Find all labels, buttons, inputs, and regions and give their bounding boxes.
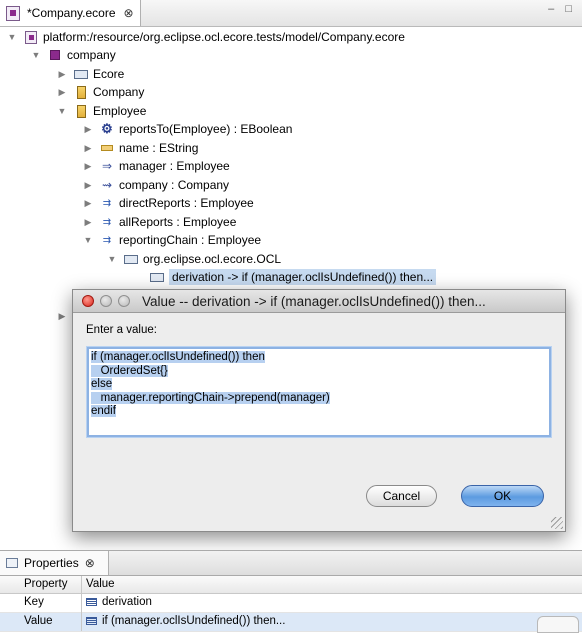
- dialog-prompt: Enter a value:: [86, 324, 157, 336]
- annotation-icon: [124, 254, 138, 264]
- property-name: Value: [24, 615, 53, 627]
- editor-tab-title: *Company.ecore: [27, 6, 116, 20]
- tree-node-ocl-annotation[interactable]: ▼ org.eclipse.ocl.ecore.OCL: [106, 250, 282, 268]
- properties-icon: [6, 558, 18, 568]
- attribute-icon: [101, 145, 113, 151]
- tree-node-reportsto[interactable]: ▶ ⚙ reportsTo(Employee) : EBoolean: [82, 120, 293, 138]
- expanded-chevron-icon[interactable]: ▼: [56, 106, 68, 116]
- container-reference-icon: ⇝: [101, 178, 113, 192]
- dialog-title: Value -- derivation -> if (manager.oclIs…: [142, 293, 486, 309]
- properties-tab-bar: Properties ⊗: [0, 550, 582, 576]
- resize-grip-icon[interactable]: [551, 517, 563, 529]
- collapsed-chevron-icon[interactable]: ▶: [56, 311, 68, 322]
- many-reference-icon: ⇉: [102, 197, 112, 209]
- collapsed-chevron-icon[interactable]: ▶: [82, 143, 94, 154]
- editor-tab-bar: *Company.ecore ⊗ – □: [0, 0, 582, 27]
- expanded-chevron-icon[interactable]: ▼: [6, 32, 18, 42]
- dialog-titlebar[interactable]: Value -- derivation -> if (manager.oclIs…: [73, 290, 565, 313]
- expanded-chevron-icon[interactable]: ▼: [106, 254, 118, 264]
- many-reference-icon: ⇉: [102, 234, 112, 246]
- column-separator[interactable]: [81, 576, 82, 631]
- table-row[interactable]: Key derivation: [0, 594, 582, 613]
- ecore-file-icon: [6, 5, 20, 21]
- tree-node-company-ref[interactable]: ▶ ⇝ company : Company: [82, 176, 230, 194]
- tree-node-package[interactable]: ▼ company: [30, 46, 116, 64]
- reference-icon: ⇒: [101, 159, 113, 173]
- zoom-window-icon[interactable]: [118, 295, 130, 307]
- minimize-window-icon[interactable]: [100, 295, 112, 307]
- value-line: if (manager.oclIsUndefined()) then: [91, 351, 265, 363]
- text-value-icon: [86, 616, 97, 625]
- properties-table-header: Property Value: [0, 576, 582, 594]
- close-icon[interactable]: ⊗: [124, 6, 134, 20]
- expanded-chevron-icon[interactable]: ▼: [30, 50, 42, 60]
- minimize-maximize-icons[interactable]: – □: [548, 3, 576, 15]
- value-line: endif: [91, 405, 116, 417]
- properties-tab[interactable]: Properties ⊗: [0, 551, 109, 575]
- text-value-icon: [86, 597, 97, 606]
- value-dialog: Value -- derivation -> if (manager.oclIs…: [72, 289, 566, 532]
- expanded-chevron-icon[interactable]: ▼: [82, 235, 94, 245]
- close-icon[interactable]: ⊗: [85, 556, 95, 570]
- property-value: derivation: [86, 594, 152, 611]
- column-header-property[interactable]: Property: [24, 576, 67, 593]
- tree-node-name[interactable]: ▶ name : EString: [82, 139, 199, 157]
- tree-node-company-class[interactable]: ▶ Company: [56, 83, 145, 101]
- value-line: else: [91, 378, 113, 390]
- collapsed-chevron-icon[interactable]: ▶: [82, 124, 94, 135]
- class-icon: [76, 104, 86, 118]
- editor-tab-company-ecore[interactable]: *Company.ecore ⊗: [0, 0, 141, 26]
- property-value: if (manager.oclIsUndefined()) then...: [86, 613, 285, 630]
- tree-node-derivation[interactable]: derivation -> if (manager.oclIsUndefined…: [132, 268, 437, 286]
- collapsed-chevron-icon[interactable]: ▶: [82, 161, 94, 172]
- package-icon: [50, 50, 60, 60]
- annotation-icon: [74, 69, 88, 79]
- tree-node-employee-class[interactable]: ▼ Employee: [56, 102, 147, 120]
- tree-node-reportingchain[interactable]: ▼ ⇉ reportingChain : Employee: [82, 231, 262, 249]
- class-icon: [76, 85, 86, 99]
- tree-node-hidden-expander[interactable]: ▶: [56, 307, 68, 325]
- tree-node-manager[interactable]: ▶ ⇒ manager : Employee: [82, 157, 230, 175]
- tree-node-directreports[interactable]: ▶ ⇉ directReports : Employee: [82, 194, 254, 212]
- edit-value-button[interactable]: [537, 616, 579, 633]
- column-header-value[interactable]: Value: [86, 576, 115, 593]
- tree-node-ecore[interactable]: ▶ Ecore: [56, 65, 125, 83]
- value-line: manager.reportingChain->prepend(manager): [91, 391, 330, 404]
- collapsed-chevron-icon[interactable]: ▶: [56, 87, 68, 98]
- collapsed-chevron-icon[interactable]: ▶: [82, 198, 94, 209]
- tree-node-resource[interactable]: ▼ platform:/resource/org.eclipse.ocl.eco…: [6, 28, 405, 46]
- cancel-button[interactable]: Cancel: [366, 485, 437, 507]
- many-reference-icon: ⇉: [102, 216, 112, 228]
- properties-tab-title: Properties: [24, 556, 79, 570]
- close-window-icon[interactable]: [82, 295, 94, 307]
- collapsed-chevron-icon[interactable]: ▶: [82, 217, 94, 228]
- value-line: OrderedSet{}: [91, 364, 168, 377]
- ok-button[interactable]: OK: [461, 485, 544, 507]
- collapsed-chevron-icon[interactable]: ▶: [82, 180, 94, 191]
- value-textarea[interactable]: if (manager.oclIsUndefined()) then Order…: [87, 347, 551, 437]
- collapsed-chevron-icon[interactable]: ▶: [56, 69, 68, 80]
- resource-icon: [25, 30, 37, 44]
- details-entry-icon: [150, 272, 164, 282]
- tree-node-allreports[interactable]: ▶ ⇉ allReports : Employee: [82, 213, 237, 231]
- property-name: Key: [24, 596, 44, 608]
- operation-icon: ⚙: [101, 121, 113, 136]
- table-row[interactable]: Value if (manager.oclIsUndefined()) then…: [0, 613, 582, 632]
